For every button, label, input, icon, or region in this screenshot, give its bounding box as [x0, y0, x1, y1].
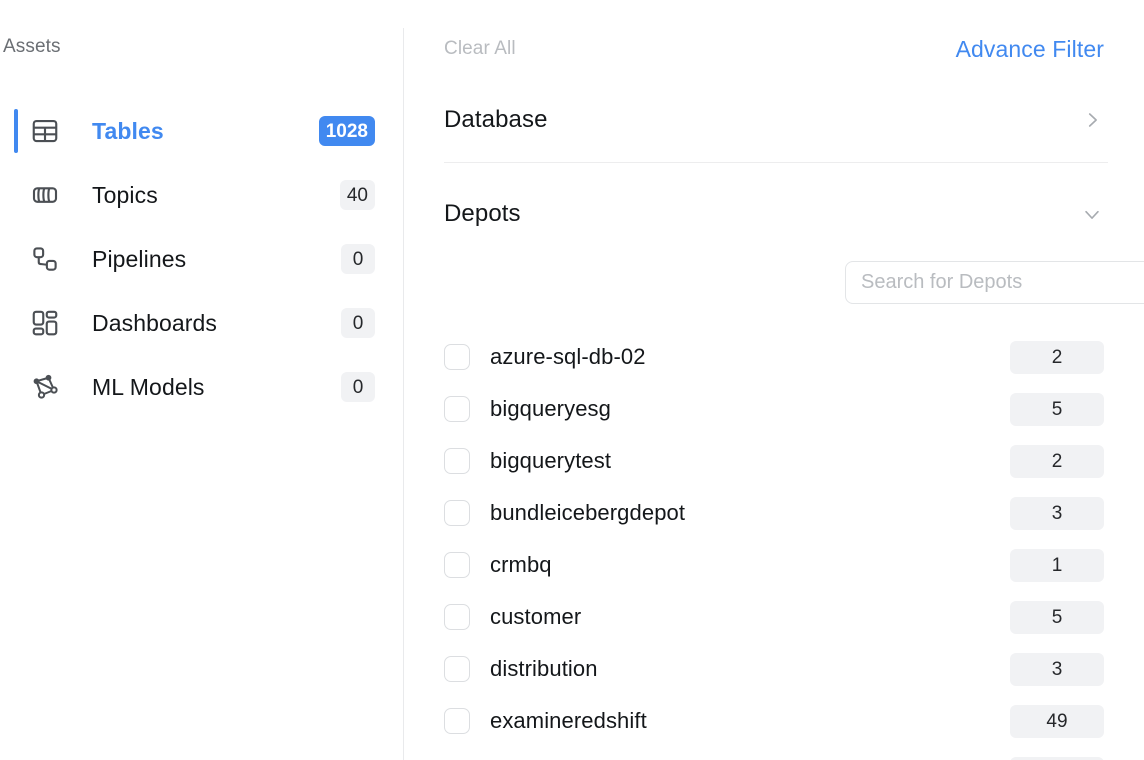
sidebar-item-label: ML Models — [92, 373, 205, 400]
assets-filter-page: Assets Tables 1028 Topics 40 Pipelines 0… — [0, 0, 1144, 760]
depot-name: customer — [490, 604, 582, 629]
list-item[interactable]: examineredshift 49 — [404, 695, 1144, 747]
depot-name: distribution — [490, 656, 598, 681]
topics-icon — [28, 178, 62, 212]
list-item[interactable]: crmbq 1 — [404, 539, 1144, 591]
depot-name: bigqueryesg — [490, 396, 611, 421]
list-item[interactable]: azure-sql-db-02 2 — [404, 331, 1144, 383]
depot-count: 1 — [1010, 548, 1104, 582]
checkbox[interactable] — [444, 448, 470, 474]
checkbox[interactable] — [444, 604, 470, 630]
depot-name: bigquerytest — [490, 448, 612, 473]
filter-section-database[interactable]: Database — [444, 104, 1104, 136]
sidebar-item-label: Dashboards — [92, 309, 218, 336]
depot-count: 49 — [1010, 704, 1104, 738]
sidebar-item-count: 40 — [339, 180, 375, 210]
sidebar-item-tables[interactable]: Tables 1028 — [0, 99, 403, 163]
checkbox[interactable] — [444, 708, 470, 734]
sidebar-item-dashboards[interactable]: Dashboards 0 — [0, 291, 403, 355]
depot-name: examineredshift — [490, 708, 647, 733]
pipelines-icon — [28, 242, 62, 276]
sidebar-item-count: 0 — [341, 308, 375, 338]
depot-count: 5 — [1010, 392, 1104, 426]
section-divider — [444, 162, 1108, 163]
ml-models-icon — [28, 370, 62, 404]
assets-nav-list: Tables 1028 Topics 40 Pipelines 0 Dashbo… — [0, 99, 403, 419]
sidebar-item-label: Topics — [92, 181, 158, 208]
checkbox[interactable] — [444, 656, 470, 682]
sidebar-item-pipelines[interactable]: Pipelines 0 — [0, 227, 403, 291]
dashboards-icon — [28, 306, 62, 340]
checkbox[interactable] — [444, 552, 470, 578]
list-item[interactable]: bundleicebergdepot 3 — [404, 487, 1144, 539]
depots-search-input[interactable] — [845, 261, 1144, 304]
depot-count: 3 — [1010, 652, 1104, 686]
sidebar-item-count: 0 — [341, 372, 375, 402]
sidebar-item-topics[interactable]: Topics 40 — [0, 163, 403, 227]
section-title: Database — [444, 106, 548, 133]
assets-sidebar: Assets Tables 1028 Topics 40 Pipelines 0… — [0, 0, 403, 760]
depot-name: bundleicebergdepot — [490, 500, 686, 525]
advance-filter-button[interactable]: Advance Filter — [956, 36, 1104, 63]
list-item[interactable] — [404, 747, 1144, 760]
depot-count — [1010, 756, 1104, 760]
sidebar-heading: Assets — [3, 36, 61, 57]
depot-count: 3 — [1010, 496, 1104, 530]
depot-name: crmbq — [490, 552, 552, 577]
filter-section-depots[interactable]: Depots — [444, 198, 1104, 230]
list-item[interactable]: bigqueryesg 5 — [404, 383, 1144, 435]
list-item[interactable]: distribution 3 — [404, 643, 1144, 695]
depot-count: 2 — [1010, 340, 1104, 374]
checkbox[interactable] — [444, 500, 470, 526]
checkbox[interactable] — [444, 396, 470, 422]
list-item[interactable]: customer 5 — [404, 591, 1144, 643]
depot-name: azure-sql-db-02 — [490, 344, 646, 369]
section-title: Depots — [444, 200, 521, 227]
sidebar-item-label: Pipelines — [92, 245, 187, 272]
chevron-down-icon[interactable] — [1080, 202, 1104, 226]
chevron-right-icon[interactable] — [1080, 108, 1104, 132]
sidebar-item-count: 0 — [341, 244, 375, 274]
depots-list: azure-sql-db-02 2 bigqueryesg 5 bigquery… — [404, 331, 1144, 760]
clear-all-button[interactable]: Clear All — [444, 38, 516, 60]
depot-count: 5 — [1010, 600, 1104, 634]
list-item[interactable]: bigquerytest 2 — [404, 435, 1144, 487]
depot-count: 2 — [1010, 444, 1104, 478]
filter-panel-toolbar: Clear All Advance Filter — [444, 34, 1104, 64]
sidebar-item-count: 1028 — [318, 116, 375, 146]
active-indicator-bar — [14, 109, 18, 153]
sidebar-item-ml-models[interactable]: ML Models 0 — [0, 355, 403, 419]
sidebar-item-label: Tables — [92, 117, 164, 144]
checkbox[interactable] — [444, 344, 470, 370]
table-icon — [28, 114, 62, 148]
